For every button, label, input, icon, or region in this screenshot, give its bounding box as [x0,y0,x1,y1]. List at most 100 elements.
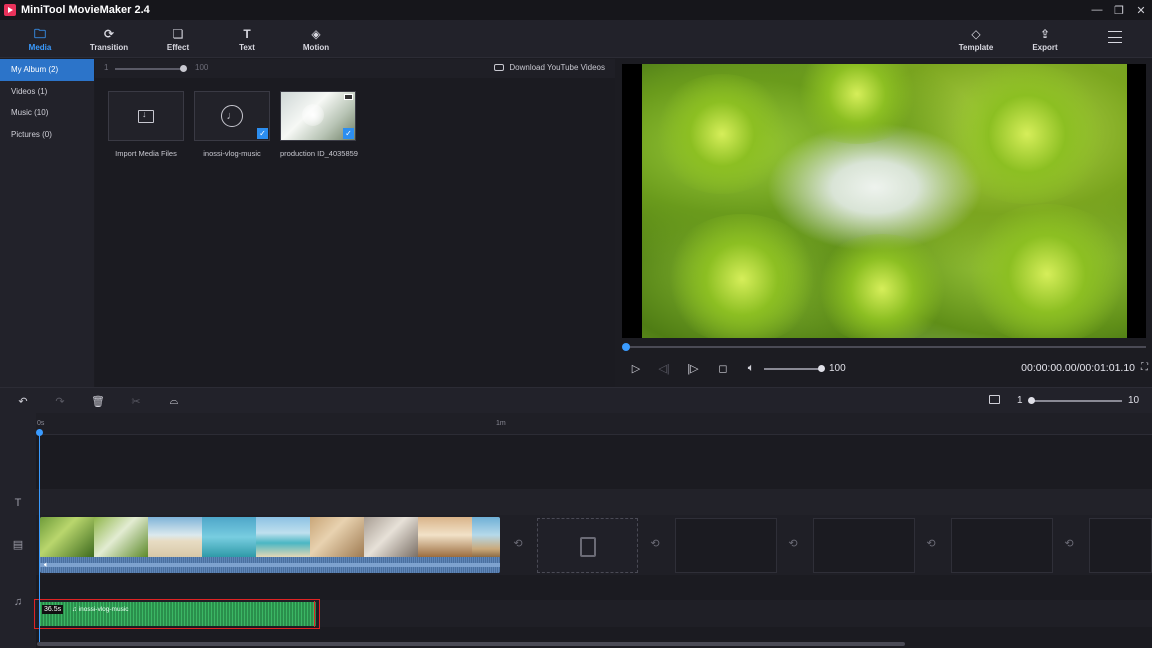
main-toolbar: 🗀 Media ⟳ Transition ❏ Effect T Text ◈ M… [0,20,1152,58]
volume-handle[interactable] [818,365,825,372]
media-item-video[interactable]: ✓ production ID_4035859 [280,91,356,158]
undo-icon[interactable]: ↶ [15,393,31,409]
stop-button[interactable]: ◻ [715,360,731,376]
app-logo-icon [4,4,16,16]
tab-media[interactable]: 🗀 Media [10,20,70,58]
media-sidebar: My Album (2) Videos (1) Music (10) Pictu… [0,59,94,387]
playhead[interactable] [39,429,40,643]
download-youtube-button[interactable]: Download YouTube Videos [494,63,605,72]
video-thumb[interactable]: ✓ [280,91,356,141]
timeline-area: T ▤ ♫ 0s 1m 🔈︎ [0,413,1152,648]
empty-clip-slot[interactable] [813,518,915,573]
music-thumb[interactable]: ♩ ✓ [194,91,270,141]
sidebar-item-videos[interactable]: Videos (1) [0,81,94,103]
download-youtube-label: Download YouTube Videos [509,63,605,72]
template-button[interactable]: ◇ Template [946,20,1006,58]
timeline-zoom-slider[interactable] [1030,400,1122,402]
previous-frame-button[interactable]: ◁| [656,360,672,376]
timeline-zoom-min: 1 [1017,395,1023,406]
video-badge-icon [344,94,353,100]
media-card-label: production ID_4035859 [280,149,356,158]
ruler-mark: 0s [37,420,44,427]
import-media-card[interactable]: Import Media Files [108,91,184,158]
preview-panel: ▷ ◁| |▷ ◻ 🔈︎ 100 00:00:00.00/00:01:01.10… [616,59,1152,387]
timeline-ruler[interactable]: 0s 1m [36,413,1152,435]
timecode-display: 00:00:00.00/00:01:01.10 [1021,362,1135,374]
fullscreen-icon[interactable]: ⛶ [1141,362,1148,373]
timeline-scrollbar[interactable] [37,642,905,646]
timeline-zoom-max: 10 [1128,395,1139,406]
restore-button[interactable]: ❐ [1108,0,1130,20]
empty-clip-slot[interactable] [537,518,638,573]
play-button[interactable]: ▷ [628,360,644,376]
tab-transition[interactable]: ⟳ Transition [79,20,139,58]
tab-media-label: Media [29,43,52,52]
tab-motion[interactable]: ◈ Motion [286,20,346,58]
export-button[interactable]: ⇪ Export [1015,20,1075,58]
tab-text-label: Text [239,43,255,52]
minimize-button[interactable]: — [1086,0,1108,20]
sidebar-item-label: Videos [11,87,35,96]
upload-icon: ⇪ [1040,27,1050,41]
checkmark-icon[interactable]: ✓ [257,128,268,139]
sidebar-item-music[interactable]: Music (10) [0,102,94,124]
video-clip[interactable]: 🔈︎ [40,517,500,573]
sidebar-item-count: (2) [48,65,58,74]
audio-clip-name: ♫ inossi-vlog-music [72,606,129,613]
time-current: 00:00:00.00 [1021,362,1076,374]
redo-icon[interactable]: ↷ [52,393,68,409]
sidebar-item-pictures[interactable]: Pictures (0) [0,124,94,146]
close-button[interactable]: ✕ [1130,0,1152,20]
import-folder-icon [138,110,154,123]
zoom-to-fit-icon[interactable] [989,395,1000,404]
media-card-label: Import Media Files [108,149,184,158]
preview-seek-bar[interactable] [625,346,1146,348]
sidebar-item-label: Pictures [11,130,40,139]
folder-icon: 🗀 [34,27,46,41]
sidebar-item-my-album[interactable]: My Album (2) [0,59,94,81]
audio-detach-icon[interactable]: ⌓ [166,393,182,409]
tab-effect[interactable]: ❏ Effect [148,20,208,58]
checkmark-icon[interactable]: ✓ [343,128,354,139]
media-topbar: 1 100 Download YouTube Videos [95,59,615,78]
motion-icon: ◈ [311,27,320,41]
next-frame-button[interactable]: |▷ [685,360,701,376]
tab-transition-label: Transition [90,43,128,52]
media-card-label: inossi-vlog-music [194,149,270,158]
volume-slider[interactable] [764,368,820,370]
hamburger-menu-icon[interactable] [1108,31,1122,43]
audio-clip[interactable]: 36.5s ♫ inossi-vlog-music [40,602,316,626]
preview-video-frame [642,64,1127,338]
delete-icon[interactable]: 🗑︎ [90,393,106,409]
moviemaker-window: MiniTool MovieMaker 2.4 — ❐ ✕ 🗀 Media ⟳ … [0,0,1152,648]
import-media-thumb[interactable] [108,91,184,141]
video-track-icon: ▤ [11,537,25,551]
media-item-music[interactable]: ♩ ✓ inossi-vlog-music [194,91,270,158]
clip-volume-icon: 🔈︎ [44,560,49,570]
thumbnail-zoom-handle[interactable] [180,65,187,72]
text-icon: T [243,27,250,41]
transition-slot-icon[interactable]: ⟲ [511,536,525,550]
empty-clip-slot[interactable] [675,518,777,573]
transition-slot-icon[interactable]: ⟲ [1062,536,1076,550]
video-clip-frames [40,517,500,557]
transition-slot-icon[interactable]: ⟲ [786,536,800,550]
thumbnail-zoom-max: 100 [195,63,208,72]
music-note-icon: ♩ [221,105,243,127]
playhead-handle[interactable] [36,429,43,436]
empty-clip-slot[interactable] [951,518,1053,573]
timeline-toolbar: ↶ ↷ 🗑︎ ✂ ⌓ 1 10 [0,387,1152,413]
split-icon[interactable]: ✂ [128,393,144,409]
preview-screen [622,64,1146,338]
media-library-panel: 1 100 Download YouTube Videos Import Med… [95,59,615,387]
empty-clip-slot[interactable] [1089,518,1152,573]
timeline-zoom-handle[interactable] [1028,397,1035,404]
thumbnail-zoom-slider[interactable] [115,68,185,70]
transition-slot-icon[interactable]: ⟲ [924,536,938,550]
text-track[interactable] [36,489,1152,515]
transition-slot-icon[interactable]: ⟲ [648,536,662,550]
time-total: 00:01:01.10 [1080,362,1135,374]
tab-text[interactable]: T Text [217,20,277,58]
preview-seek-handle[interactable] [622,343,630,351]
volume-icon[interactable]: 🔈︎ [743,360,759,376]
